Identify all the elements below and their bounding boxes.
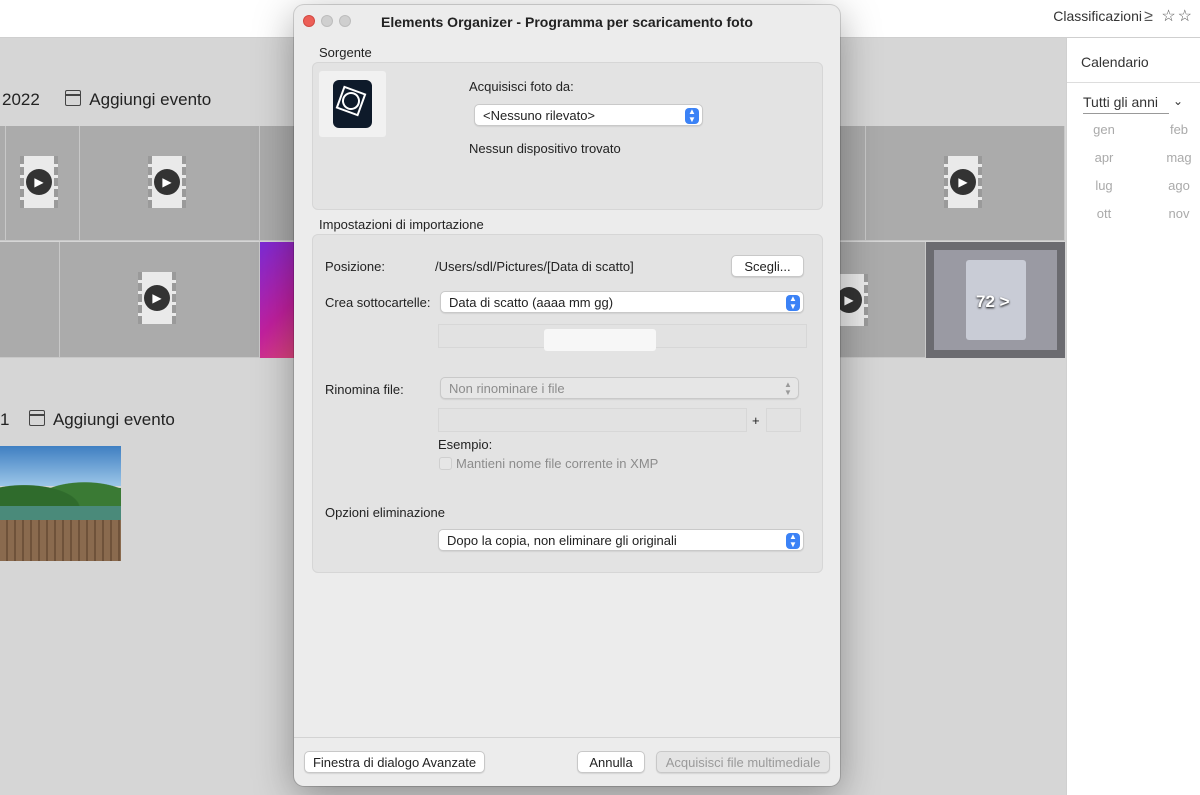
video-thumbnail[interactable]: ▶	[830, 242, 926, 358]
custom-name-input[interactable]	[544, 329, 656, 351]
example-label: Esempio:	[438, 437, 493, 452]
event-header-2022: 2022 Aggiungi evento	[2, 90, 211, 110]
source-section-label: Sorgente	[319, 45, 372, 60]
play-icon: ▶	[154, 169, 180, 195]
rating-filter[interactable]: ≥ ☆☆	[1144, 6, 1194, 26]
location-path: /Users/sdl/Pictures/[Data di scatto]	[435, 259, 634, 274]
rename-label: Rinomina file:	[325, 382, 404, 397]
rename-text-field[interactable]	[438, 408, 747, 432]
month-lug[interactable]: lug	[1084, 178, 1124, 193]
subfolder-name-field[interactable]	[438, 324, 807, 351]
film-icon: ▶	[20, 156, 58, 208]
add-event-link[interactable]: Aggiungi evento	[53, 410, 175, 429]
video-thumbnail[interactable]: ▶	[6, 126, 80, 241]
month-apr[interactable]: apr	[1084, 150, 1124, 165]
device-icon-well	[319, 71, 386, 137]
month-ott[interactable]: ott	[1084, 206, 1124, 221]
photo-downloader-dialog: Elements Organizer - Programma per scari…	[294, 5, 840, 786]
mountains	[0, 468, 121, 508]
delete-options-label: Opzioni eliminazione	[325, 505, 445, 520]
delete-options-select-value: Dopo la copia, non eliminare gli origina…	[447, 533, 677, 548]
rename-select[interactable]: Non rinominare i file ▲ ▼	[440, 377, 799, 399]
stack-count[interactable]: 72 >	[976, 292, 1010, 312]
event-year: 1	[0, 410, 10, 429]
film-icon: ▶	[944, 156, 982, 208]
month-gen[interactable]: gen	[1084, 122, 1124, 137]
video-thumbnail[interactable]: ▶	[80, 126, 260, 241]
divider	[1067, 82, 1200, 83]
classifications-label[interactable]: Classificazioni	[1053, 8, 1142, 24]
select-stepper-icon: ▲ ▼	[784, 380, 792, 397]
device-select[interactable]: <Nessuno rilevato> ▲ ▼	[474, 104, 703, 126]
film-icon: ▶	[148, 156, 186, 208]
select-stepper-icon: ▲ ▼	[786, 295, 800, 311]
calendar-sidebar: Calendario Tutti gli anni ⌄ gen feb apr …	[1066, 38, 1200, 795]
acquire-from-label: Acquisisci foto da:	[469, 79, 574, 94]
add-event-link[interactable]: Aggiungi evento	[89, 90, 211, 109]
footer-divider	[294, 737, 840, 738]
play-icon: ▶	[950, 169, 976, 195]
sort-symbol[interactable]: ≥	[1144, 8, 1155, 25]
video-thumbnail[interactable]: ▶	[60, 242, 260, 358]
star-icon[interactable]: ☆☆	[1161, 8, 1194, 25]
chevron-down-icon: ⌄	[1172, 94, 1183, 108]
calendar-add-icon[interactable]	[65, 90, 82, 106]
rename-number-field[interactable]	[766, 408, 801, 432]
media-thumbnail[interactable]	[836, 126, 866, 241]
month-feb[interactable]: feb	[1159, 122, 1199, 137]
keep-name-checkbox[interactable]	[439, 457, 452, 470]
rename-select-value: Non rinominare i file	[449, 381, 565, 396]
subfolders-select-value: Data di scatto (aaaa mm gg)	[449, 295, 614, 310]
title-bar[interactable]: Elements Organizer - Programma per scari…	[294, 5, 840, 39]
plus-label: +	[752, 413, 760, 428]
years-select-value: Tutti gli anni	[1083, 94, 1158, 110]
import-settings-group: Posizione: /Users/sdl/Pictures/[Data di …	[312, 234, 823, 573]
stack-thumbnail[interactable]: 72 >	[926, 242, 1065, 358]
years-select[interactable]: Tutti gli anni ⌄	[1083, 94, 1183, 114]
import-settings-label: Impostazioni di importazione	[319, 217, 484, 232]
month-mag[interactable]: mag	[1159, 150, 1199, 165]
month-ago[interactable]: ago	[1159, 178, 1199, 193]
location-label: Posizione:	[325, 259, 385, 274]
event-header-2021: 1 Aggiungi evento	[0, 410, 175, 430]
video-thumbnail[interactable]: ▶	[866, 126, 1065, 241]
play-icon: ▶	[26, 169, 52, 195]
select-stepper-icon: ▲ ▼	[786, 533, 800, 549]
event-year: 2022	[2, 90, 40, 109]
keep-name-label: Mantieni nome file corrente in XMP	[456, 456, 659, 471]
wooden-deck	[0, 520, 121, 561]
month-nov[interactable]: nov	[1159, 206, 1199, 221]
landscape-photo-thumbnail[interactable]	[0, 446, 121, 561]
film-icon: ▶	[138, 272, 176, 324]
calendar-title: Calendario	[1081, 54, 1149, 70]
dialog-title: Elements Organizer - Programma per scari…	[381, 14, 753, 30]
frame-shape	[335, 85, 367, 117]
advanced-dialog-button[interactable]: Finestra di dialogo Avanzate	[304, 751, 485, 773]
choose-button[interactable]: Scegli...	[731, 255, 804, 277]
select-stepper-icon: ▲ ▼	[685, 108, 699, 124]
play-icon: ▶	[144, 285, 170, 311]
acquire-media-button[interactable]: Acquisisci file multimediale	[656, 751, 830, 773]
delete-options-select[interactable]: Dopo la copia, non eliminare gli origina…	[438, 529, 804, 551]
no-device-status: Nessun dispositivo trovato	[469, 141, 621, 156]
calendar-add-icon[interactable]	[28, 410, 45, 426]
media-thumbnail[interactable]	[0, 242, 60, 358]
device-select-value: <Nessuno rilevato>	[483, 108, 596, 123]
source-group: Acquisisci foto da: <Nessuno rilevato> ▲…	[312, 62, 823, 210]
subfolders-select[interactable]: Data di scatto (aaaa mm gg) ▲ ▼	[440, 291, 804, 313]
cancel-button[interactable]: Annulla	[577, 751, 645, 773]
subfolders-label: Crea sottocartelle:	[325, 295, 431, 310]
elements-organizer-icon	[333, 80, 372, 128]
